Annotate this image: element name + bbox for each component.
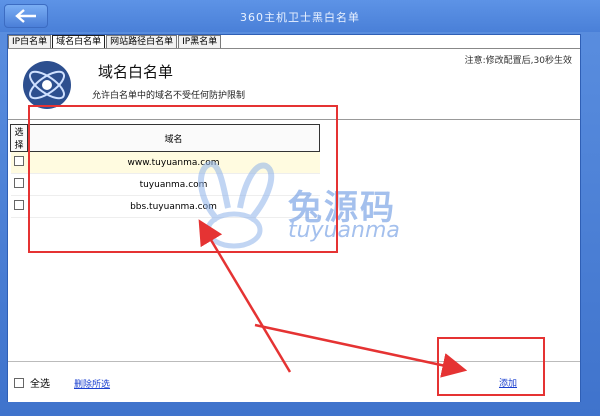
app-window: 360主机卫士黑白名单 IP白名单 域名白名单 网站路径白名单 IP黑名单 注意… xyxy=(0,0,600,416)
annotation-arrow-to-table xyxy=(198,219,292,373)
annotation-arrows xyxy=(198,219,468,378)
